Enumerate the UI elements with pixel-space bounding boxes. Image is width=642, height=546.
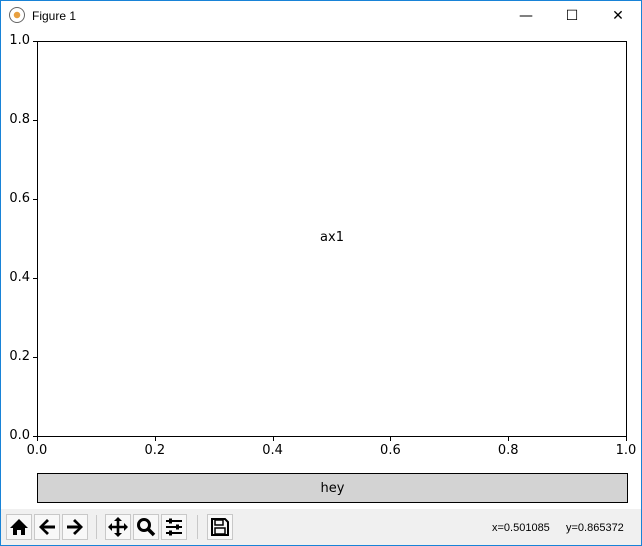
x-tick: [37, 437, 38, 441]
figure-window: Figure 1 — ☐ ✕ ax1 0.0 0.2 0.4 0.6 0.8 1.0 0.0…: [0, 0, 642, 546]
toolbar-separator: [96, 515, 97, 539]
forward-icon: [67, 519, 83, 535]
window-title: Figure 1: [32, 9, 77, 23]
x-tick: [154, 437, 156, 441]
y-tick-label: 1.0: [9, 33, 30, 48]
zoom-button[interactable]: [133, 514, 159, 540]
y-tick-label: 0.0: [9, 428, 30, 443]
title-bar: Figure 1 — ☐ ✕: [1, 1, 641, 31]
figure-canvas[interactable]: ax1 0.0 0.2 0.4 0.6 0.8 1.0 0.0 0.2 0.4 0.6 0.8 1.0…: [1, 31, 641, 509]
back-button[interactable]: [34, 514, 60, 540]
y-tick: [33, 278, 37, 279]
configure-subplots-button[interactable]: [161, 514, 187, 540]
save-icon: [211, 518, 229, 536]
pan-icon: [108, 517, 128, 537]
y-tick-label: 0.2: [9, 349, 30, 364]
y-tick: [33, 436, 37, 437]
zoom-icon: [137, 518, 156, 537]
maximize-button[interactable]: ☐: [549, 1, 595, 31]
x-tick-label: 1.0: [615, 443, 637, 458]
minimize-button[interactable]: —: [503, 1, 549, 31]
x-coordinate-readout: x=0.501085: [492, 522, 550, 534]
x-tick-label: 0.4: [262, 443, 283, 458]
close-button[interactable]: ✕: [595, 1, 641, 31]
matplotlib-logo-icon: [9, 7, 25, 23]
y-tick: [33, 120, 37, 121]
x-tick: [272, 437, 274, 441]
x-tick-label: 0.6: [380, 443, 401, 458]
pan-button[interactable]: [105, 514, 131, 540]
axes-center-text: ax1: [320, 230, 344, 245]
axes-ax1[interactable]: ax1: [37, 41, 627, 437]
x-tick-label: 0.0: [26, 443, 48, 458]
navigation-toolbar: x=0.501085 y=0.865372: [1, 509, 641, 545]
x-tick: [508, 437, 510, 441]
x-tick-label: 0.2: [144, 443, 166, 458]
save-button[interactable]: [207, 514, 233, 540]
back-icon: [39, 519, 55, 535]
hey-button[interactable]: hey: [37, 473, 628, 503]
home-icon: [10, 519, 28, 535]
y-tick: [33, 357, 37, 358]
x-tick: [626, 437, 627, 441]
toolbar-separator: [197, 515, 198, 539]
y-coordinate-readout: y=0.865372: [566, 522, 624, 534]
configure-subplots-icon: [166, 518, 182, 536]
hey-button-label: hey: [320, 480, 345, 496]
y-tick-label: 0.6: [9, 191, 30, 206]
y-tick: [33, 41, 37, 42]
forward-button[interactable]: [62, 514, 88, 540]
x-tick: [390, 437, 392, 441]
x-tick-label: 0.8: [497, 443, 519, 458]
home-button[interactable]: [6, 514, 32, 540]
y-tick-label: 0.4: [9, 270, 30, 285]
y-tick: [33, 199, 37, 200]
y-tick-label: 0.8: [9, 112, 30, 127]
